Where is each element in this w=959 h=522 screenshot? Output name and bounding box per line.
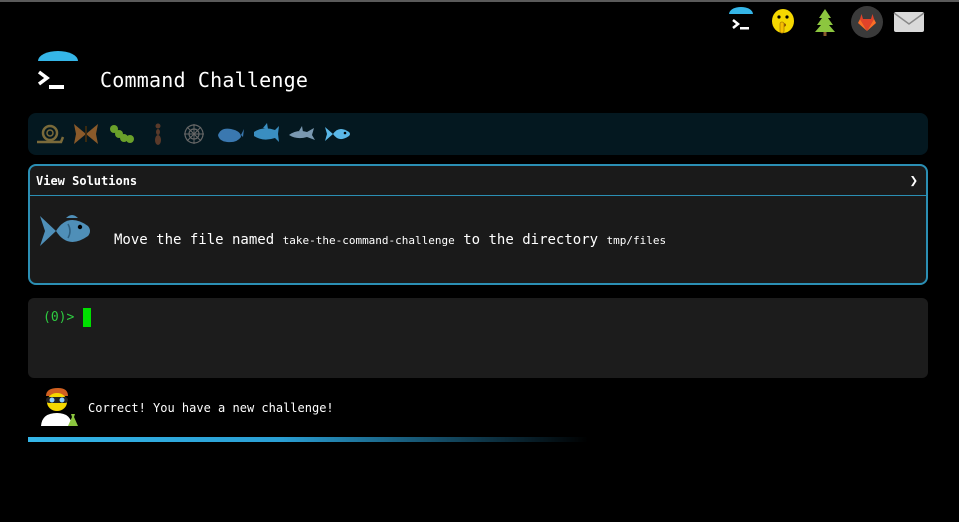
caterpillar-icon[interactable] xyxy=(106,118,138,150)
task-file-name: take-the-command-challenge xyxy=(282,234,455,247)
window-top-border xyxy=(0,0,959,2)
terminal-prompt: (0)> xyxy=(43,310,75,325)
status-message: Correct! You have a new challenge! xyxy=(88,401,334,415)
challenge-body: Move the file named take-the-command-cha… xyxy=(30,196,926,283)
gitlab-icon[interactable] xyxy=(851,6,883,38)
task-directory: tmp/files xyxy=(606,234,667,247)
whale-icon[interactable] xyxy=(214,118,246,150)
task-text-prefix: Move the file named xyxy=(114,232,275,248)
mail-icon[interactable] xyxy=(893,6,925,38)
fish-icon xyxy=(38,210,94,256)
progress-bar xyxy=(28,437,588,442)
dolphin-icon[interactable] xyxy=(286,118,318,150)
web-icon[interactable] xyxy=(178,118,210,150)
terminal-input[interactable]: (0)> xyxy=(28,298,928,378)
app-logo-icon xyxy=(36,50,80,94)
snail-icon[interactable] xyxy=(34,118,66,150)
tree-icon[interactable] xyxy=(809,6,841,38)
view-solutions-toggle[interactable]: View Solutions ❯ xyxy=(30,166,926,196)
view-solutions-label: View Solutions xyxy=(36,173,138,188)
terminal-icon[interactable] xyxy=(725,6,757,38)
ant-icon[interactable] xyxy=(142,118,174,150)
challenge-description: Move the file named take-the-command-cha… xyxy=(114,232,666,248)
butterfly-icon[interactable] xyxy=(70,118,102,150)
top-icon-bar xyxy=(725,6,925,38)
fish-icon[interactable] xyxy=(322,118,354,150)
terminal-cursor xyxy=(83,308,91,327)
level-bar xyxy=(28,113,928,155)
shark-icon[interactable] xyxy=(250,118,282,150)
task-text-middle: to the directory xyxy=(463,232,599,248)
chevron-right-icon: ❯ xyxy=(909,172,918,189)
page-title: Command Challenge xyxy=(100,68,309,92)
scientist-avatar-icon xyxy=(38,386,80,428)
challenge-panel: View Solutions ❯ Move the file named tak… xyxy=(28,164,928,285)
shushing-face-icon[interactable] xyxy=(767,6,799,38)
